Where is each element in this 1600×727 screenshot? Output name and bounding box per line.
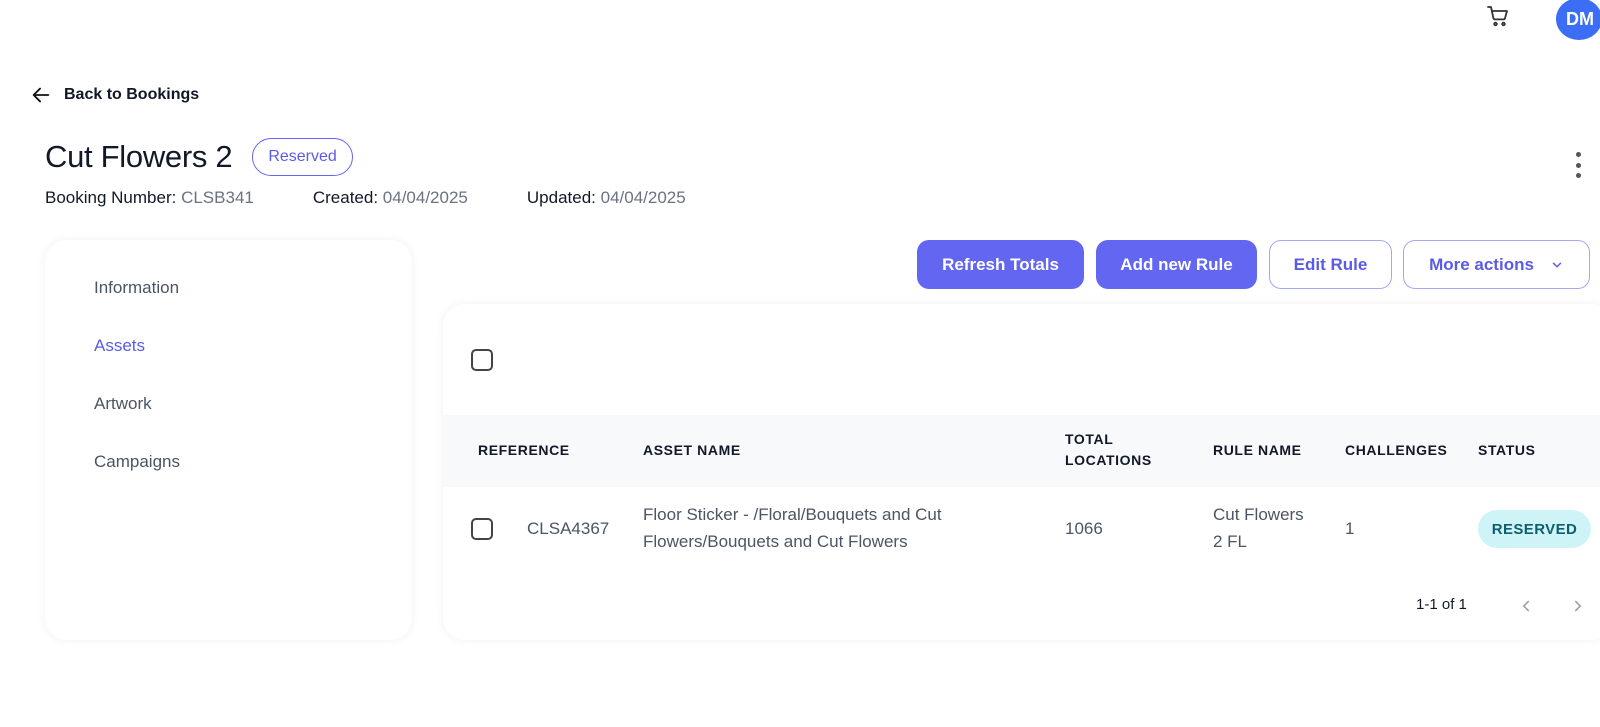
cell-challenges: 1 — [1345, 519, 1355, 538]
column-header-total-locations-line2: LOCATIONS — [1065, 452, 1152, 468]
created-value: 04/04/2025 — [382, 188, 468, 207]
row-select-checkbox[interactable] — [471, 518, 493, 540]
cell-asset-name-line2: Flowers/Bouquets and Cut Flowers — [643, 532, 908, 551]
column-header-rule-name[interactable]: RULE NAME — [1213, 440, 1302, 461]
cart-button[interactable] — [1484, 2, 1512, 30]
sidebar-item-information[interactable]: Information — [94, 278, 179, 298]
booking-title-row: Cut Flowers 2 Reserved — [45, 138, 353, 176]
chevron-down-icon — [1550, 258, 1564, 272]
column-header-total-locations-line1: TOTAL — [1065, 431, 1114, 447]
cell-asset-name-line1: Floor Sticker - /Floral/Bouquets and Cut — [643, 505, 942, 524]
column-header-total-locations[interactable]: TOTAL LOCATIONS — [1065, 429, 1152, 471]
chevron-right-icon — [1574, 600, 1582, 612]
more-actions-button[interactable]: More actions — [1403, 240, 1590, 289]
created-label: Created: — [312, 188, 379, 207]
kebab-dot-icon — [1575, 152, 1581, 157]
top-bar: DM — [0, 0, 1600, 40]
arrow-left-icon — [32, 87, 50, 103]
select-all-checkbox[interactable] — [471, 349, 493, 371]
add-new-rule-button[interactable]: Add new Rule — [1096, 240, 1257, 289]
user-avatar[interactable]: DM — [1556, 0, 1600, 40]
more-actions-label: More actions — [1429, 254, 1534, 274]
next-page-button[interactable] — [1568, 594, 1588, 618]
previous-page-button[interactable] — [1516, 594, 1536, 618]
cell-reference: CLSA4367 — [527, 519, 610, 538]
column-header-status[interactable]: STATUS — [1478, 440, 1536, 461]
column-header-asset-name[interactable]: ASSET NAME — [643, 440, 741, 461]
cell-rule-name-line2: 2 FL — [1213, 532, 1248, 551]
updated-label: Updated: — [526, 188, 596, 207]
table-header: REFERENCE ASSET NAME TOTAL LOCATIONS RUL… — [443, 415, 1600, 487]
chevron-left-icon — [1522, 600, 1530, 612]
sidebar-item-artwork[interactable]: Artwork — [94, 394, 152, 414]
back-to-bookings-link[interactable]: Back to Bookings — [30, 84, 199, 106]
sidebar-item-campaigns[interactable]: Campaigns — [94, 452, 180, 472]
booking-number-value: CLSB341 — [181, 188, 254, 207]
sidebar-item-assets[interactable]: Assets — [94, 336, 145, 356]
page-title: Cut Flowers 2 — [45, 139, 233, 174]
shopping-cart-icon — [1487, 6, 1508, 27]
refresh-totals-button[interactable]: Refresh Totals — [917, 240, 1084, 289]
assets-table: REFERENCE ASSET NAME TOTAL LOCATIONS RUL… — [443, 304, 1600, 640]
edit-rule-button[interactable]: Edit Rule — [1269, 240, 1392, 289]
column-header-challenges[interactable]: CHALLENGES — [1345, 440, 1447, 461]
cell-total-locations: 1066 — [1065, 519, 1103, 538]
cell-rule-name-line1: Cut Flowers — [1213, 505, 1304, 524]
column-header-reference[interactable]: REFERENCE — [478, 440, 570, 461]
booking-number-label: Booking Number: — [45, 188, 177, 207]
booking-status-pill: Reserved — [252, 138, 353, 176]
more-options-button[interactable] — [1568, 152, 1588, 178]
updated-date: Updated: 04/04/2025 — [527, 188, 686, 208]
kebab-dot-icon — [1575, 162, 1581, 168]
booking-meta: Booking Number: CLSB341 Created: 04/04/2… — [45, 188, 745, 208]
status-badge: RESERVED — [1478, 510, 1591, 548]
created-date: Created: 04/04/2025 — [313, 188, 468, 208]
cell-rule-name: Cut Flowers 2 FL — [1213, 501, 1304, 555]
updated-value: 04/04/2025 — [600, 188, 686, 207]
kebab-dot-icon — [1575, 173, 1581, 178]
cell-asset-name: Floor Sticker - /Floral/Bouquets and Cut… — [643, 501, 942, 555]
booking-sidebar: Information Assets Artwork Campaigns — [45, 240, 412, 640]
booking-number: Booking Number: CLSB341 — [45, 188, 254, 208]
pagination-range: 1-1 of 1 — [1416, 596, 1467, 613]
back-link-label: Back to Bookings — [64, 86, 200, 103]
